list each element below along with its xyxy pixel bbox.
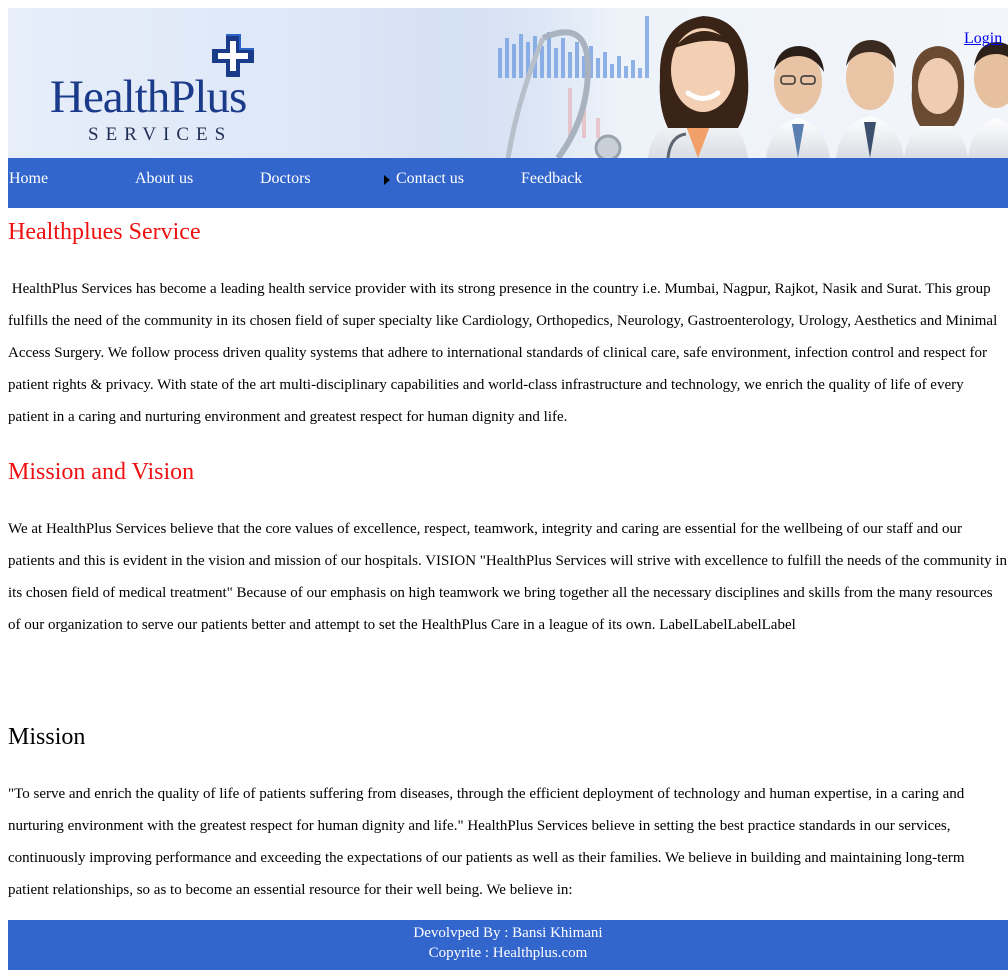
- service-heading: Healthplues Service: [8, 219, 201, 245]
- header-banner: HealthPlus SERVICES Login: [8, 8, 1008, 158]
- medical-cross-icon: [212, 34, 254, 77]
- mission-paragraph: "To serve and enrich the quality of life…: [8, 786, 965, 898]
- logo-subtitle: SERVICES: [88, 124, 233, 145]
- main-nav: Home About us Doctors Contact us Feedbac…: [8, 158, 1008, 208]
- footer-developer: Devolvped By : Bansi Khimani: [413, 925, 603, 941]
- mission-heading: Mission: [8, 724, 86, 750]
- mission-vision-paragraph: We at HealthPlus Services believe that t…: [8, 521, 1008, 633]
- nav-item-feedback[interactable]: Feedback: [521, 170, 582, 188]
- footer: Devolvped By : Bansi Khimani Copyrite : …: [8, 920, 1008, 970]
- doctors-banner-image: [448, 8, 1008, 158]
- submenu-arrow-icon: [384, 175, 390, 185]
- service-paragraph: HealthPlus Services has become a leading…: [8, 281, 1001, 425]
- nav-item-about-us[interactable]: About us: [135, 170, 193, 188]
- footer-copyright: Copyrite : Healthplus.com: [428, 945, 588, 961]
- nav-item-home[interactable]: Home: [9, 170, 48, 188]
- mission-vision-heading: Mission and Vision: [8, 459, 195, 485]
- nav-item-contact-us[interactable]: Contact us: [396, 170, 464, 188]
- login-link[interactable]: Login: [964, 30, 1002, 48]
- nav-item-doctors[interactable]: Doctors: [260, 170, 311, 188]
